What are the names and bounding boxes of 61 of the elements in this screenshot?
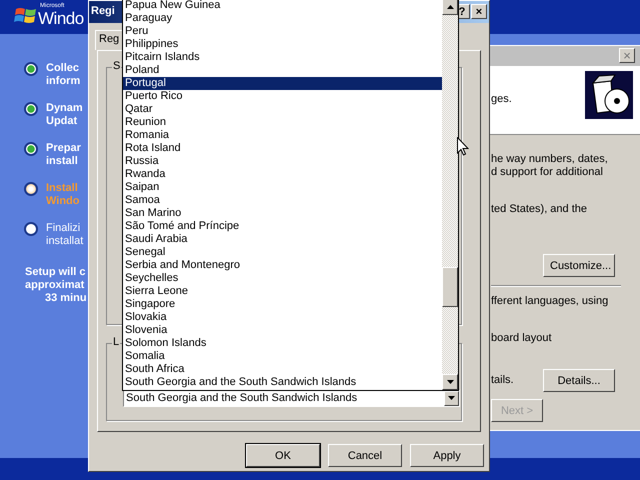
step-bullet-icon: [24, 182, 38, 196]
list-item[interactable]: Rota Island: [123, 142, 442, 155]
list-item[interactable]: Slovakia: [123, 311, 442, 324]
step-label: Install Windo: [46, 182, 80, 208]
list-item[interactable]: Saipan: [123, 181, 442, 194]
logo-text: Windo: [38, 9, 84, 29]
list-item[interactable]: Samoa: [123, 194, 442, 207]
customize-button[interactable]: Customize...: [543, 254, 615, 277]
description-text: he way numbers, dates,: [491, 153, 608, 166]
description-text: ted States), and the: [491, 203, 588, 216]
details-button[interactable]: Details...: [543, 369, 615, 392]
list-item[interactable]: Reunion: [123, 116, 442, 129]
step-bullet-icon: [24, 62, 38, 76]
description-text: d support for additional: [491, 166, 603, 179]
list-item[interactable]: Russia: [123, 155, 442, 168]
close-button[interactable]: ×: [471, 4, 487, 19]
description-text: tails.: [491, 374, 514, 387]
list-item[interactable]: Solomon Islands: [123, 337, 442, 350]
step-label: Dynam Updat: [46, 102, 83, 128]
list-item[interactable]: Poland: [123, 64, 442, 77]
dialog-button[interactable]: OK: [246, 444, 320, 467]
list-item[interactable]: Senegal: [123, 246, 442, 259]
description-text: board layout: [491, 332, 552, 345]
list-item[interactable]: San Marino: [123, 207, 442, 220]
window-title: Regi: [91, 5, 115, 17]
list-item[interactable]: Pitcairn Islands: [123, 51, 442, 64]
scroll-thumb[interactable]: [442, 267, 458, 307]
list-item[interactable]: Portugal: [123, 77, 442, 90]
box-cd-icon: [585, 71, 633, 119]
step-label: Collec inform: [46, 62, 80, 88]
list-item[interactable]: Somalia: [123, 350, 442, 363]
scroll-down-icon[interactable]: [442, 374, 458, 390]
list-item[interactable]: South Georgia and the South Sandwich Islands: [123, 376, 442, 389]
header-text: ges.: [491, 93, 512, 105]
scroll-up-icon[interactable]: [442, 0, 458, 15]
list-item[interactable]: Slovenia: [123, 324, 442, 337]
dialog-button[interactable]: Apply: [410, 444, 484, 467]
list-item[interactable]: Saudi Arabia: [123, 233, 442, 246]
list-item[interactable]: Qatar: [123, 103, 442, 116]
list-item[interactable]: São Tomé and Príncipe: [123, 220, 442, 233]
dialog-button[interactable]: Cancel: [328, 444, 402, 467]
scrollbar[interactable]: [442, 0, 458, 390]
step-label: Prepar install: [46, 142, 81, 168]
list-item[interactable]: Papua New Guinea: [123, 0, 442, 12]
step-label: Finalizi installat: [46, 222, 84, 248]
time-estimate: Setup will c approximat 33 minu: [25, 266, 88, 305]
list-item[interactable]: Singapore: [123, 298, 442, 311]
list-item[interactable]: Puerto Rico: [123, 90, 442, 103]
step-bullet-icon: [24, 142, 38, 156]
list-item[interactable]: Paraguay: [123, 12, 442, 25]
list-item[interactable]: Seychelles: [123, 272, 442, 285]
step-bullet-icon: [24, 102, 38, 116]
list-item[interactable]: South Africa: [123, 363, 442, 376]
list-item[interactable]: Romania: [123, 129, 442, 142]
list-item[interactable]: Serbia and Montenegro: [123, 259, 442, 272]
description-text: fferent languages, using: [491, 295, 608, 308]
list-item[interactable]: Rwanda: [123, 168, 442, 181]
group-label: S: [112, 60, 122, 72]
step-bullet-icon: [24, 222, 38, 236]
list-item[interactable]: Sierra Leone: [123, 285, 442, 298]
group-label: L: [112, 336, 120, 348]
